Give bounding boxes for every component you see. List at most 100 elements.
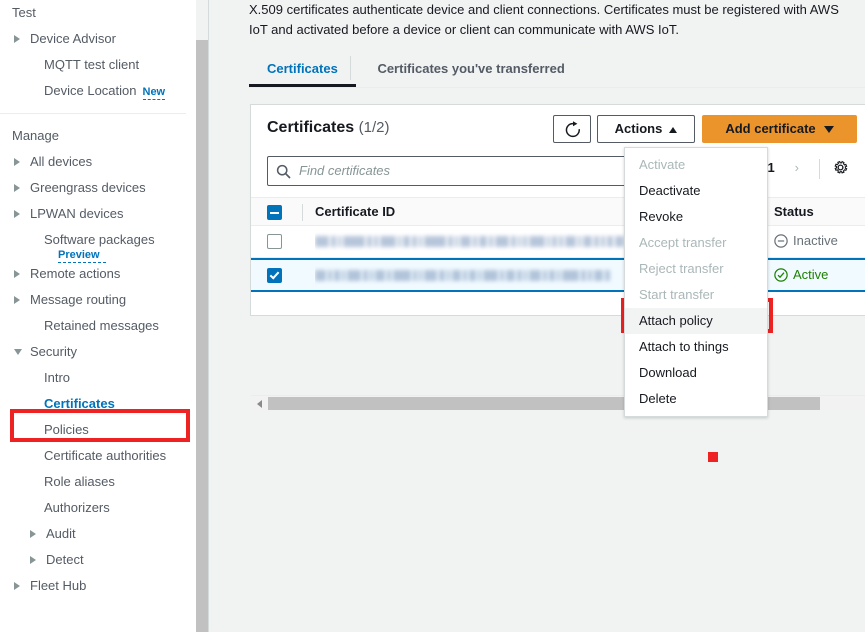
redacted-segment [511,236,516,247]
redacted-segment [517,270,522,281]
redacted-segment [506,270,515,281]
redacted-segment [370,270,373,281]
menu-item-delete[interactable]: Delete [625,386,767,412]
sidebar-item-role-aliases[interactable]: Role aliases [0,469,196,495]
chevron-right-icon [14,210,20,218]
redacted-segment [601,236,605,247]
redacted-segment [495,236,509,247]
redacted-segment [342,270,345,281]
table-header-row: Certificate ID Status [251,197,865,226]
redacted-segment [578,236,581,247]
redacted-segment [615,236,624,247]
menu-item-label: Deactivate [639,183,700,198]
chevron-right-icon [14,296,20,304]
card-count: (1/2) [359,119,390,136]
actions-button-label: Actions [615,121,663,136]
menu-item-label: Attach to things [639,339,729,354]
redacted-segment [523,236,527,247]
redacted-segment [412,236,417,247]
preferences-button[interactable] [832,159,849,179]
sidebar-item-audit[interactable]: Audit [0,521,196,547]
navigation-sidebar: TestDevice AdvisorMQTT test clientDevice… [0,0,196,632]
sidebar-item-authorizers[interactable]: Authorizers [0,495,196,521]
sidebar-item-policies[interactable]: Policies [0,417,196,443]
card-title: Certificates (1/2) [267,119,389,137]
redacted-segment [562,270,579,281]
redacted-segment [594,236,599,247]
redacted-segment [469,270,476,281]
table-row[interactable]: Inactive [251,226,865,258]
sidebar-item-label: Device Advisor [30,31,116,46]
sidebar-item-certificate-authorities[interactable]: Certificate authorities [0,443,196,469]
sidebar-item-all-devices[interactable]: All devices [0,149,196,175]
redacted-segment [393,270,411,281]
redacted-segment [452,270,461,281]
redacted-segment [374,236,378,247]
select-all-checkbox[interactable] [267,205,282,220]
redacted-segment [347,270,361,281]
menu-item-start-transfer: Start transfer [625,282,767,308]
tab-certificates-transferred[interactable]: Certificates you've transferred [359,52,582,87]
chevron-right-icon [30,556,36,564]
scroll-left-button[interactable] [252,396,267,411]
sidebar-item-fleet-hub[interactable]: Fleet Hub [0,573,196,599]
card-header: Certificates (1/2) Actions Add certifica… [251,105,865,153]
redacted-segment [524,270,527,281]
redacted-segment [331,236,336,247]
redacted-segment [594,270,603,281]
sidebar-item-mqtt-test-client[interactable]: MQTT test client [0,52,196,78]
chevron-right-icon [14,35,20,43]
sidebar-item-lpwan-devices[interactable]: LPWAN devices [0,201,196,227]
table-row[interactable]: Active [251,258,865,292]
sidebar-item-security[interactable]: Security [0,339,196,365]
tab-certificates[interactable]: Certificates [249,52,356,87]
table-horizontal-scrollbar[interactable] [251,395,865,410]
redacted-segment [478,270,481,281]
menu-item-attach-policy[interactable]: Attach policy [625,308,767,334]
redacted-segment [543,270,547,281]
column-header-certificate-id[interactable]: Certificate ID [315,204,395,219]
sidebar-item-label: Policies [44,422,89,437]
menu-item-label: Download [639,365,697,380]
sidebar-item-certificates[interactable]: Certificates [0,391,196,417]
arrow-left-icon [257,400,262,408]
redacted-segment [363,270,368,281]
sidebar-item-intro[interactable]: Intro [0,365,196,391]
redacted-segment [343,236,365,247]
status-badge: Active [774,267,828,282]
sidebar-item-label: Message routing [30,292,126,307]
redacted-segment [338,236,341,247]
sidebar-item-label: Remote actions [30,266,120,281]
actions-button[interactable]: Actions [597,115,695,143]
sidebar-item-label: Role aliases [44,474,115,489]
redacted-segment [559,236,563,247]
search-icon [276,164,291,179]
sidebar-divider [0,113,186,114]
add-certificate-button[interactable]: Add certificate [702,115,857,143]
refresh-button[interactable] [553,115,591,143]
sidebar-item-message-routing[interactable]: Message routing [0,287,196,313]
menu-item-attach-to-things[interactable]: Attach to things [625,334,767,360]
sidebar-item-software-packages[interactable]: Software packagesPreview [0,227,196,253]
redacted-segment [460,236,471,247]
menu-item-revoke[interactable]: Revoke [625,204,767,230]
pagination-next[interactable]: › [786,160,808,175]
row-select-checkbox[interactable] [267,234,282,249]
menu-item-deactivate[interactable]: Deactivate [625,178,767,204]
sidebar-item-detect[interactable]: Detect [0,547,196,573]
sidebar-item-device-location[interactable]: Device LocationNew [0,78,196,104]
sidebar-item-retained-messages[interactable]: Retained messages [0,313,196,339]
sidebar-item-device-advisor[interactable]: Device Advisor [0,26,196,52]
sidebar-scrollbar-thumb[interactable] [196,40,208,632]
column-header-status[interactable]: Status [774,204,814,219]
menu-item-download[interactable]: Download [625,360,767,386]
row-select-checkbox[interactable] [267,268,282,283]
redacted-segment [500,270,504,281]
menu-item-accept-transfer: Accept transfer [625,230,767,256]
sidebar-item-remote-actions[interactable]: Remote actions [0,261,196,287]
sidebar-item-label: Device Location [44,83,137,98]
redacted-segment [315,270,326,281]
sidebar-section-title: Manage [0,123,196,149]
sidebar-item-greengrass-devices[interactable]: Greengrass devices [0,175,196,201]
sidebar-item-label: Security [30,344,77,359]
